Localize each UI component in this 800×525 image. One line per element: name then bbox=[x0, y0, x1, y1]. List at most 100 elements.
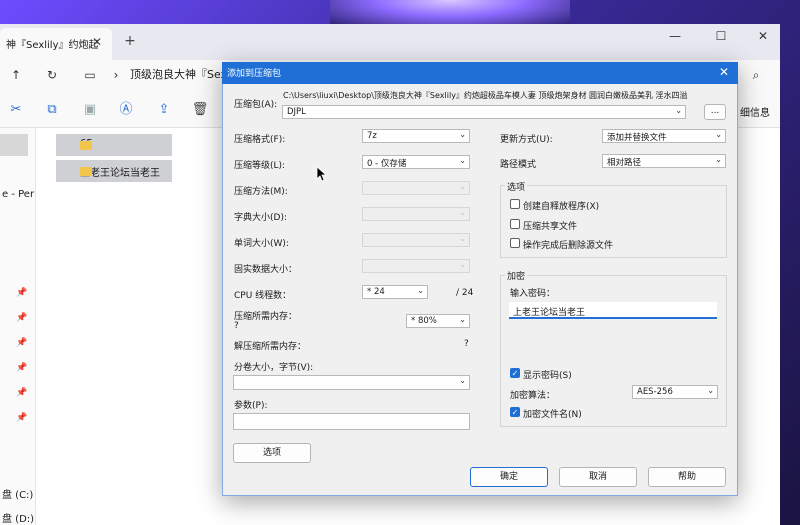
show-password-label[interactable]: 显示密码(S) bbox=[523, 368, 572, 381]
wallpaper-art bbox=[330, 0, 570, 26]
algo-value: AES-256 bbox=[637, 387, 673, 397]
nav-item-label[interactable]: e - Per bbox=[2, 189, 34, 200]
chevron-down-icon: ⌄ bbox=[459, 315, 466, 324]
split-label: 分卷大小，字节(V): bbox=[234, 363, 314, 373]
solid-select[interactable]: ⌄ bbox=[362, 259, 470, 273]
maximize-icon[interactable]: ☐ bbox=[702, 24, 740, 52]
path-label: 路径模式 bbox=[500, 160, 537, 170]
drive-c[interactable]: 盘 (C:) bbox=[2, 486, 33, 501]
share-icon[interactable]: ⇪ bbox=[154, 100, 174, 120]
sfx-label[interactable]: 创建自释放程序(X) bbox=[523, 199, 599, 212]
chevron-down-icon: ⌄ bbox=[715, 130, 722, 139]
shared-label[interactable]: 压缩共享文件 bbox=[523, 219, 577, 232]
folder-icon bbox=[80, 141, 92, 150]
archive-path: C:\Users\liuxi\Desktop\顶级泡良大神『Sexlily』约炮… bbox=[283, 91, 688, 100]
options-button[interactable]: 选项 bbox=[233, 443, 311, 463]
chevron-down-icon: ⌄ bbox=[715, 155, 722, 164]
new-tab-icon[interactable]: + bbox=[122, 33, 138, 49]
drive-d[interactable]: 盘 (D:) bbox=[2, 510, 34, 525]
breadcrumb[interactable]: 顶级泡良大神『Sex bbox=[130, 66, 227, 82]
chevron-down-icon: ⌄ bbox=[675, 106, 682, 115]
archive-name-value: DJPL bbox=[287, 107, 306, 117]
split-select[interactable]: ⌄ bbox=[233, 375, 470, 390]
pin-icon: 📌 bbox=[16, 363, 28, 373]
pin-icon: 📌 bbox=[16, 413, 28, 423]
cpu-value: * 24 bbox=[367, 287, 385, 297]
update-select[interactable]: 添加并替换文件 ⌄ bbox=[602, 129, 726, 143]
pin-icon: 📌 bbox=[16, 288, 28, 298]
level-value: 0 - 仅存储 bbox=[367, 159, 407, 169]
cpu-select[interactable]: * 24 ⌄ bbox=[362, 285, 428, 299]
sfx-checkbox[interactable] bbox=[510, 199, 520, 209]
chevron-down-icon: ⌄ bbox=[417, 286, 424, 295]
method-label: 压缩方法(M): bbox=[234, 187, 288, 197]
chevron-right-icon[interactable]: › bbox=[106, 65, 126, 85]
encrypt-names-label[interactable]: 加密文件名(N) bbox=[523, 407, 582, 420]
copy-icon[interactable]: ⧉ bbox=[42, 100, 62, 120]
file-name: 上老王论坛当老王 bbox=[80, 168, 160, 179]
cpu-label: CPU 线程数： bbox=[234, 291, 292, 301]
dialog-close-icon[interactable]: ✕ bbox=[716, 64, 732, 80]
word-label: 单词大小(W): bbox=[234, 239, 289, 249]
archive-name-combo[interactable]: DJPL ⌄ bbox=[282, 105, 686, 119]
path-select[interactable]: 相对路径 ⌄ bbox=[602, 154, 726, 168]
cpu-total: / 24 bbox=[456, 288, 474, 298]
chevron-down-icon: ⌄ bbox=[459, 156, 466, 165]
up-arrow-icon[interactable]: ↑ bbox=[6, 65, 26, 85]
decomp-value: ? bbox=[464, 339, 469, 349]
dict-label: 字典大小(D): bbox=[234, 213, 287, 223]
delete-checkbox[interactable] bbox=[510, 238, 520, 248]
paste-icon[interactable]: ▣ bbox=[80, 100, 100, 120]
level-label: 压缩等级(L): bbox=[234, 161, 286, 171]
help-button[interactable]: 帮助 bbox=[648, 467, 726, 487]
mouse-cursor-icon bbox=[316, 166, 328, 182]
update-value: 添加并替换文件 bbox=[607, 133, 667, 143]
shared-checkbox[interactable] bbox=[510, 219, 520, 229]
params-input[interactable] bbox=[233, 413, 470, 430]
list-item[interactable]: 65 bbox=[56, 134, 172, 156]
mem-value: * 80% bbox=[411, 316, 437, 326]
browse-button[interactable]: ... bbox=[704, 104, 726, 120]
pin-icon: 📌 bbox=[16, 388, 28, 398]
delete-label[interactable]: 操作完成后删除源文件 bbox=[523, 238, 613, 251]
close-tab-icon[interactable]: ✕ bbox=[90, 35, 104, 49]
dialog-title: 添加到压缩包 bbox=[222, 62, 738, 84]
monitor-icon[interactable]: ▭ bbox=[80, 65, 100, 85]
chevron-down-icon: ⌄ bbox=[459, 234, 466, 243]
refresh-icon[interactable]: ↻ bbox=[42, 65, 62, 85]
nav-selected-item[interactable] bbox=[0, 134, 28, 156]
algo-select[interactable]: AES-256 ⌄ bbox=[632, 385, 718, 399]
level-select[interactable]: 0 - 仅存储 ⌄ bbox=[362, 155, 470, 169]
show-password-checkbox[interactable]: ✓ bbox=[510, 368, 520, 378]
minimize-icon[interactable]: — bbox=[656, 24, 694, 52]
password-input[interactable]: 上老王论坛当老王 bbox=[509, 302, 717, 319]
list-item[interactable]: 上老王论坛当老王 bbox=[56, 160, 172, 182]
format-select[interactable]: 7z ⌄ bbox=[362, 129, 470, 143]
folder-icon bbox=[80, 167, 92, 176]
window-close-icon[interactable]: ✕ bbox=[744, 24, 782, 52]
rename-icon[interactable]: Ⓐ bbox=[116, 100, 136, 120]
cut-icon[interactable]: ✂ bbox=[6, 100, 26, 120]
pin-icon: 📌 bbox=[16, 313, 28, 323]
chevron-down-icon: ⌄ bbox=[459, 376, 466, 385]
algo-label: 加密算法： bbox=[510, 391, 556, 401]
mem-question: ? bbox=[234, 321, 239, 331]
archive-label: 压缩包(A): bbox=[234, 100, 278, 110]
encrypt-names-checkbox[interactable]: ✓ bbox=[510, 407, 520, 417]
chevron-down-icon: ⌄ bbox=[459, 208, 466, 217]
mem-select[interactable]: * 80% ⌄ bbox=[406, 314, 470, 328]
delete-icon[interactable]: 🗑 bbox=[190, 100, 210, 120]
chevron-down-icon: ⌄ bbox=[459, 182, 466, 191]
chevron-down-icon: ⌄ bbox=[707, 386, 714, 395]
format-value: 7z bbox=[367, 131, 377, 141]
details-label[interactable]: 细信息 bbox=[740, 104, 770, 119]
ok-button[interactable]: 确定 bbox=[470, 467, 548, 487]
dict-select[interactable]: ⌄ bbox=[362, 207, 470, 221]
params-label: 参数(P): bbox=[234, 401, 268, 411]
options-group-title: 选项 bbox=[505, 180, 528, 193]
word-select[interactable]: ⌄ bbox=[362, 233, 470, 247]
encryption-group-title: 加密 bbox=[505, 269, 528, 282]
cancel-button[interactable]: 取消 bbox=[559, 467, 637, 487]
search-icon[interactable]: ⌕ bbox=[746, 65, 766, 85]
method-select[interactable]: ⌄ bbox=[362, 181, 470, 195]
